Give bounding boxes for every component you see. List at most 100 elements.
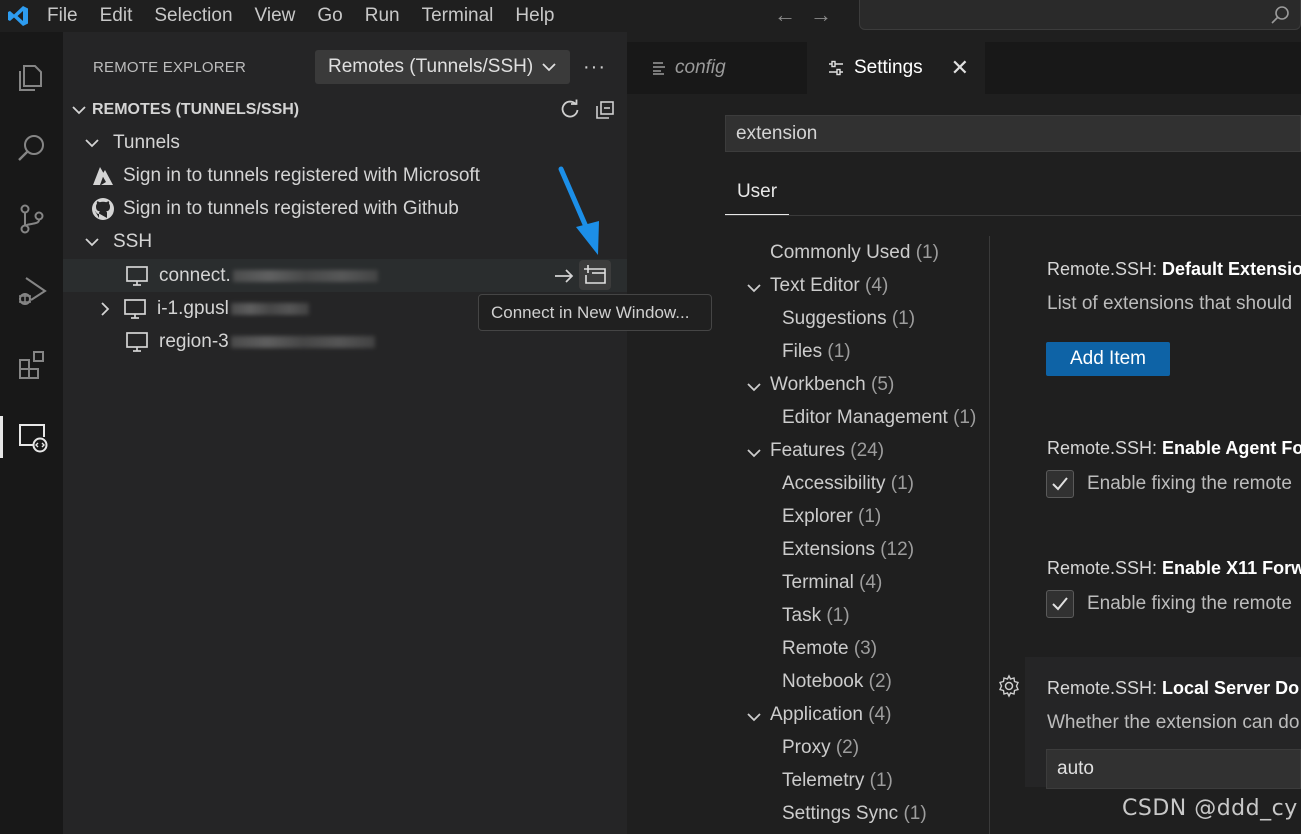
tunnel-microsoft-item[interactable]: Sign in to tunnels registered with Micro… bbox=[63, 159, 627, 192]
setting-description: Whether the extension can do bbox=[1047, 712, 1300, 733]
toc-item[interactable]: Editor Management (1) bbox=[782, 407, 976, 429]
toc-item[interactable]: Terminal (4) bbox=[782, 572, 882, 594]
toc-item-count: (1) bbox=[890, 473, 914, 494]
menu-selection[interactable]: Selection bbox=[143, 0, 243, 32]
toc-item-label: Proxy bbox=[782, 737, 831, 758]
checkmark-icon bbox=[1052, 477, 1068, 491]
toc-item[interactable]: Accessibility (1) bbox=[782, 473, 914, 495]
toc-item[interactable]: Application (4) bbox=[770, 704, 891, 726]
setting-prefix: Remote.SSH: bbox=[1047, 259, 1163, 279]
toc-item[interactable]: Extensions (12) bbox=[782, 539, 914, 561]
remotes-section-title: REMOTES (TUNNELS/SSH) bbox=[92, 100, 300, 118]
extensions-icon[interactable] bbox=[0, 336, 63, 394]
ssh-label: SSH bbox=[113, 230, 153, 252]
chevron-down-icon[interactable] bbox=[745, 279, 763, 297]
search-icon bbox=[1271, 6, 1289, 24]
toc-item[interactable]: Notebook (2) bbox=[782, 671, 892, 693]
menu-view[interactable]: View bbox=[244, 0, 307, 32]
toc-item[interactable]: Files (1) bbox=[782, 341, 851, 363]
collapse-all-icon[interactable] bbox=[595, 100, 615, 120]
chevron-down-icon[interactable] bbox=[745, 708, 763, 726]
toc-item-label: Remote bbox=[782, 638, 849, 659]
toc-item-count: (1) bbox=[869, 770, 893, 791]
tunnel-microsoft-label: Sign in to tunnels registered with Micro… bbox=[123, 164, 480, 186]
toc-item[interactable]: Text Editor (4) bbox=[770, 275, 888, 297]
toc-item-label: Task bbox=[782, 605, 822, 626]
toc-item[interactable]: Workbench (5) bbox=[770, 374, 894, 396]
run-debug-icon[interactable] bbox=[0, 262, 63, 320]
toc-item[interactable]: Suggestions (1) bbox=[782, 308, 915, 330]
more-actions-icon[interactable]: ··· bbox=[583, 56, 606, 79]
menu-edit[interactable]: Edit bbox=[89, 0, 144, 32]
gear-icon[interactable] bbox=[997, 674, 1021, 698]
activity-bar bbox=[0, 32, 63, 834]
setting-dropdown[interactable]: auto bbox=[1046, 749, 1301, 789]
toc-item[interactable]: Task (1) bbox=[782, 605, 850, 627]
setting-title: Remote.SSH: Enable Agent Fo bbox=[1047, 438, 1301, 459]
checkbox[interactable] bbox=[1046, 590, 1074, 618]
settings-search-input[interactable]: extension bbox=[725, 115, 1301, 152]
tab-user-settings[interactable]: User bbox=[725, 170, 789, 216]
checkbox[interactable] bbox=[1046, 470, 1074, 498]
toc-item-count: (12) bbox=[880, 539, 915, 560]
tab-config-label: config bbox=[675, 57, 726, 78]
redacted-hostname bbox=[232, 269, 378, 282]
monitor-icon bbox=[126, 265, 148, 286]
chevron-down-icon[interactable] bbox=[745, 444, 763, 462]
tunnel-github-label: Sign in to tunnels registered with Githu… bbox=[123, 197, 459, 219]
chevron-down-icon bbox=[85, 138, 99, 147]
menu-go[interactable]: Go bbox=[306, 0, 353, 32]
ssh-group[interactable]: SSH bbox=[63, 225, 627, 258]
tunnels-label: Tunnels bbox=[113, 131, 180, 153]
remote-explorer-icon[interactable] bbox=[0, 408, 63, 466]
tunnels-group[interactable]: Tunnels bbox=[63, 126, 627, 159]
remotes-select[interactable]: Remotes (Tunnels/SSH) bbox=[315, 50, 570, 84]
explorer-icon[interactable] bbox=[0, 48, 63, 106]
title-bar: File Edit Selection View Go Run Terminal… bbox=[0, 0, 1301, 32]
close-icon[interactable]: ✕ bbox=[951, 55, 969, 81]
toc-item[interactable]: Explorer (1) bbox=[782, 506, 881, 528]
user-tab-label: User bbox=[736, 181, 778, 202]
setting-name: Local Server Do bbox=[1162, 678, 1300, 698]
forward-arrow-icon[interactable]: → bbox=[810, 2, 832, 28]
toc-item-label: Explorer bbox=[782, 506, 853, 527]
connect-current-window-icon[interactable] bbox=[553, 265, 575, 287]
toc-item[interactable]: Settings Sync (1) bbox=[782, 803, 927, 825]
remotes-section-header[interactable]: REMOTES (TUNNELS/SSH) bbox=[63, 93, 627, 126]
source-control-icon[interactable] bbox=[0, 190, 63, 248]
toc-item[interactable]: Features (24) bbox=[770, 440, 884, 462]
toc-item-count: (3) bbox=[853, 638, 878, 659]
back-arrow-icon[interactable]: ← bbox=[774, 2, 796, 28]
tab-settings[interactable]: Settings ✕ bbox=[807, 42, 985, 94]
toc-item-label: Editor Management bbox=[782, 407, 948, 428]
chevron-down-icon[interactable] bbox=[745, 378, 763, 396]
setting-prefix: Remote.SSH: bbox=[1047, 678, 1163, 698]
settings-sliders-icon bbox=[829, 60, 843, 76]
add-item-button[interactable]: Add Item bbox=[1046, 342, 1170, 376]
toc-item[interactable]: Proxy (2) bbox=[782, 737, 859, 759]
toc-item-label: Commonly Used bbox=[770, 242, 911, 263]
connect-new-window-button[interactable] bbox=[579, 260, 611, 290]
toc-item-count: (1) bbox=[827, 341, 851, 362]
refresh-icon[interactable] bbox=[559, 99, 581, 121]
toc-item[interactable]: Remote (3) bbox=[782, 638, 877, 660]
toc-item[interactable]: Telemetry (1) bbox=[782, 770, 893, 792]
tunnel-github-item[interactable]: Sign in to tunnels registered with Githu… bbox=[63, 192, 627, 225]
menu-terminal[interactable]: Terminal bbox=[411, 0, 505, 32]
ssh-host-item[interactable]: connect. bbox=[63, 259, 627, 292]
dropdown-value: auto bbox=[1057, 758, 1094, 779]
menu-file[interactable]: File bbox=[36, 0, 89, 32]
tab-config[interactable]: config bbox=[627, 42, 807, 94]
toc-item-label: Suggestions bbox=[782, 308, 887, 329]
command-center[interactable] bbox=[859, 0, 1301, 30]
setting-name: Enable Agent Fo bbox=[1162, 438, 1301, 458]
menu-run[interactable]: Run bbox=[354, 0, 411, 32]
toc-item-label: Notebook bbox=[782, 671, 864, 692]
menu-help[interactable]: Help bbox=[504, 0, 565, 32]
toc-item[interactable]: Commonly Used (1) bbox=[770, 242, 939, 264]
toc-item-count: (1) bbox=[903, 803, 927, 824]
file-lines-icon bbox=[653, 62, 665, 75]
search-icon[interactable] bbox=[0, 120, 63, 178]
toc-item-count: (1) bbox=[858, 506, 882, 527]
toc-item-count: (2) bbox=[868, 671, 892, 692]
